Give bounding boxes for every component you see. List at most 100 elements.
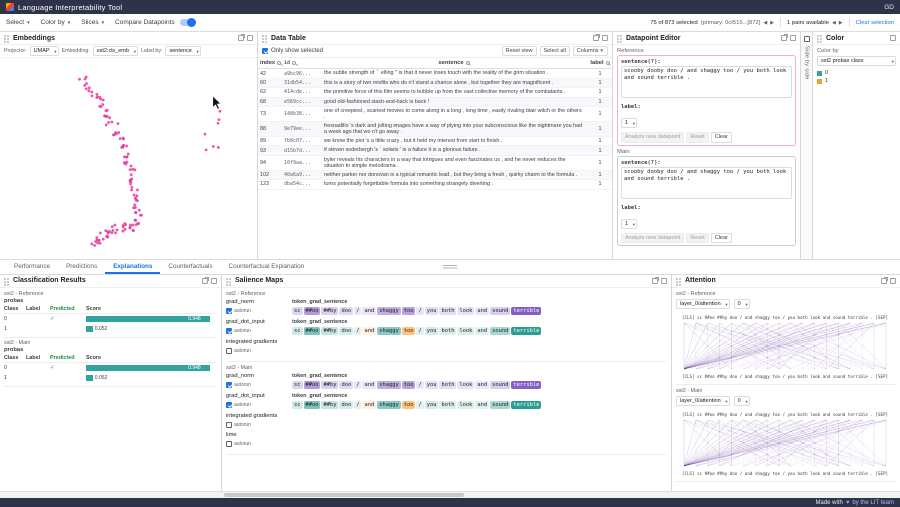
salience-token[interactable]: you <box>425 381 439 389</box>
select-menu[interactable]: Select▼ <box>6 19 31 26</box>
scatter-point[interactable] <box>104 229 107 232</box>
tab-explanations[interactable]: Explanations <box>105 260 160 274</box>
salience-token[interactable]: and <box>362 307 376 315</box>
column-header-label[interactable]: label <box>588 60 612 66</box>
tab-performance[interactable]: Performance <box>6 260 58 274</box>
side-by-side-checkbox[interactable] <box>804 36 810 42</box>
scatter-point[interactable] <box>84 78 87 81</box>
scatter-point[interactable] <box>120 146 123 149</box>
scatter-point[interactable] <box>99 231 102 234</box>
salience-token[interactable]: / <box>354 381 361 389</box>
column-header-id[interactable]: id <box>284 60 320 66</box>
popout-icon[interactable] <box>781 35 787 41</box>
scatter-point[interactable] <box>122 225 125 228</box>
salience-token[interactable]: terrible <box>511 307 541 315</box>
scatter-point[interactable] <box>133 194 136 197</box>
salience-token[interactable]: you <box>425 401 439 409</box>
scatter-point[interactable] <box>119 137 122 140</box>
next-pair-button[interactable]: ▶ <box>839 20 843 26</box>
scatter-point[interactable] <box>129 226 132 229</box>
scatter-point[interactable] <box>95 93 98 96</box>
drag-handle-icon[interactable] <box>4 35 6 37</box>
table-row[interactable]: 68e569cc...good old-fashioned slash-and-… <box>258 98 612 107</box>
select-all-button[interactable]: Select all <box>540 46 570 57</box>
popout-icon[interactable] <box>652 278 658 284</box>
horizontal-scrollbar[interactable] <box>0 491 900 498</box>
scatter-point[interactable] <box>102 238 105 241</box>
layer-select[interactable]: layer_0/attention <box>676 299 730 309</box>
salience-token[interactable]: terrible <box>511 327 541 335</box>
maximize-icon[interactable] <box>890 35 896 41</box>
head-select[interactable]: 0 <box>734 396 750 406</box>
drag-handle-icon[interactable] <box>262 35 264 37</box>
classification-row[interactable]: 0✓0.948 <box>4 363 217 373</box>
salience-token[interactable]: ##oo <box>304 401 321 409</box>
scatter-point[interactable] <box>129 183 132 186</box>
salience-token[interactable]: you <box>425 307 439 315</box>
scatter-point[interactable] <box>218 118 221 121</box>
clear-button[interactable]: Clear <box>711 132 732 143</box>
scatter-point[interactable] <box>106 109 109 112</box>
scatter-point[interactable] <box>103 114 106 117</box>
salience-token[interactable]: / <box>354 401 361 409</box>
scatter-point[interactable] <box>130 165 133 168</box>
salience-token[interactable]: / <box>416 307 423 315</box>
table-row[interactable]: 889e79ee...fresnadillo 's dark and jolti… <box>258 122 612 137</box>
scatter-point[interactable] <box>102 99 105 102</box>
salience-token[interactable]: sound <box>490 401 510 409</box>
salience-token[interactable]: you <box>425 327 439 335</box>
tab-predictions[interactable]: Predictions <box>58 260 105 274</box>
salience-token[interactable]: look <box>457 401 474 409</box>
attention-visualization[interactable]: [CLS] sc ##oo ##by doo / and shaggy too … <box>676 407 894 479</box>
scatter-point[interactable] <box>87 89 90 92</box>
scatter-point[interactable] <box>129 168 132 171</box>
salience-token[interactable]: look <box>457 327 474 335</box>
columns-button[interactable]: Columns▼ <box>573 46 608 57</box>
autorun-control[interactable]: autorun <box>226 328 292 334</box>
scatter-point[interactable] <box>114 231 117 234</box>
salience-token[interactable]: both <box>439 381 456 389</box>
salience-token[interactable]: both <box>439 307 456 315</box>
scatter-point[interactable] <box>136 194 139 197</box>
scatter-point[interactable] <box>107 236 110 239</box>
scatter-point[interactable] <box>117 131 120 134</box>
salience-token[interactable]: and <box>475 307 489 315</box>
table-row[interactable]: 73148b38...one of creepiest , scariest m… <box>258 107 612 122</box>
user-avatar[interactable]: GD <box>884 4 894 11</box>
salience-token[interactable]: / <box>354 307 361 315</box>
scatter-point[interactable] <box>125 145 128 148</box>
table-row[interactable]: 9410f9aa...byler reveals his characters … <box>258 156 612 171</box>
autorun-checkbox[interactable] <box>226 382 232 388</box>
autorun-checkbox[interactable] <box>226 441 232 447</box>
scatter-point[interactable] <box>124 163 127 166</box>
scatter-point[interactable] <box>107 121 110 124</box>
drag-handle-icon[interactable] <box>226 278 228 280</box>
scatter-point[interactable] <box>205 148 208 151</box>
scatter-point[interactable] <box>131 229 134 232</box>
scatter-point[interactable] <box>106 115 109 118</box>
salience-token[interactable]: sound <box>490 307 510 315</box>
maximize-icon[interactable] <box>890 278 896 284</box>
salience-token[interactable]: and <box>475 401 489 409</box>
salience-token[interactable]: sound <box>490 381 510 389</box>
salience-token[interactable]: ##oo <box>304 327 321 335</box>
scatter-point[interactable] <box>113 133 116 136</box>
salience-token[interactable]: shaggy <box>377 327 400 335</box>
salience-token[interactable]: doo <box>339 327 353 335</box>
classification-row[interactable]: 10.052 <box>4 373 217 383</box>
scatter-point[interactable] <box>212 145 215 148</box>
color-by-menu[interactable]: Color by▼ <box>41 19 72 26</box>
scatter-point[interactable] <box>129 179 132 182</box>
salience-token[interactable]: both <box>439 327 456 335</box>
color-by-select[interactable]: sst2 probas class <box>817 56 896 66</box>
label-by-select[interactable]: sentence <box>165 46 200 56</box>
salience-token[interactable]: sc <box>292 381 303 389</box>
scatter-point[interactable] <box>98 239 101 242</box>
scatter-point[interactable] <box>111 229 114 232</box>
salience-token[interactable]: sound <box>490 327 510 335</box>
next-datapoint-button[interactable]: ▶ <box>770 20 774 26</box>
column-header-sentence[interactable]: sentence <box>320 59 588 67</box>
salience-token[interactable]: ##by <box>321 381 338 389</box>
drag-handle-icon[interactable] <box>817 35 819 37</box>
scatter-point[interactable] <box>203 133 206 136</box>
